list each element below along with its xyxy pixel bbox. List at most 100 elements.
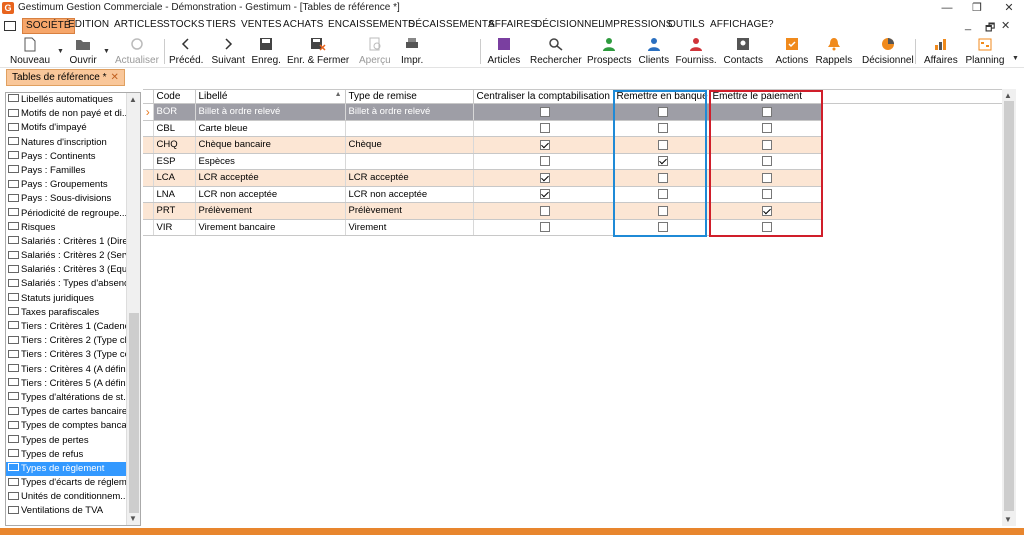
scroll-up-icon[interactable]: ▲	[1004, 91, 1012, 100]
cell-libelle[interactable]: Chèque bancaire	[194, 136, 346, 154]
scrollbar-thumb[interactable]	[1004, 101, 1014, 511]
toolbar-button-18[interactable]: Affaires	[924, 37, 958, 66]
list-item[interactable]: Salariés : Critères 2 (Servi...	[6, 249, 127, 263]
toolbar-button-12[interactable]: Clients	[639, 37, 669, 66]
checkbox-centraliser[interactable]	[539, 189, 550, 200]
cell-type-remise[interactable]	[344, 153, 474, 170]
list-item[interactable]: Salariés : Critères 3 (Equi...	[6, 263, 127, 277]
minimize-button[interactable]: —	[932, 0, 962, 17]
mdi-minimize-icon[interactable]: _	[965, 19, 971, 31]
list-item[interactable]: Pays : Sous-divisions	[6, 192, 127, 206]
row-indicator[interactable]	[143, 153, 154, 170]
toolbar-button-14[interactable]: Contacts	[724, 37, 763, 66]
list-item[interactable]: Motifs d'impayé	[6, 121, 127, 135]
list-item[interactable]: Types d'écarts de réglem...	[6, 476, 127, 490]
cell-libelle[interactable]: Espèces	[194, 153, 346, 170]
cell-type-remise[interactable]: Billet à ordre relevé	[344, 103, 474, 121]
menu-item-6[interactable]: ACHATS	[283, 19, 323, 30]
cell-libelle[interactable]: LCR non acceptée	[194, 186, 346, 203]
checkbox-centraliser[interactable]	[539, 139, 550, 150]
cell-code[interactable]: ESP	[152, 153, 196, 170]
close-window-button[interactable]: ✕	[994, 0, 1024, 17]
checkbox-centraliser[interactable]	[539, 172, 550, 183]
toolbar-button-3[interactable]: Précéd.	[169, 37, 203, 66]
list-item[interactable]: Ventilations de TVA	[6, 504, 127, 518]
cell-libelle[interactable]: LCR acceptée	[194, 169, 346, 187]
toolbar-button-1[interactable]: Ouvrir	[70, 37, 97, 66]
scroll-up-icon[interactable]: ▲	[129, 95, 137, 104]
left-list-scrollbar[interactable]: ▲ ▼	[126, 93, 140, 525]
cell-libelle[interactable]: Carte bleue	[194, 120, 346, 137]
menu-item-1[interactable]: EDITION	[68, 19, 109, 30]
tab-close-icon[interactable]: ✕	[111, 72, 119, 83]
menu-item-13[interactable]: AFFICHAGE	[710, 19, 768, 30]
toolbar-button-11[interactable]: Prospects	[587, 37, 631, 66]
list-item[interactable]: Unités de conditionnem...	[6, 490, 127, 504]
list-item[interactable]: Motifs de non payé et di...	[6, 107, 127, 121]
menu-item-12[interactable]: OUTILS	[668, 19, 705, 30]
cell-type-remise[interactable]	[344, 120, 474, 137]
row-indicator[interactable]: ›	[143, 103, 154, 121]
toolbar-button-8[interactable]: Impr.	[401, 37, 423, 66]
toolbar-button-19[interactable]: Planning	[966, 37, 1004, 66]
toolbar-overflow-icon[interactable]: ▼	[1012, 55, 1019, 62]
list-item[interactable]: Pays : Groupements	[6, 178, 127, 192]
menu-item-9[interactable]: AFFAIRES	[488, 19, 537, 30]
toolbar-button-5[interactable]: Enreg.	[252, 37, 281, 66]
checkbox-centraliser[interactable]	[539, 106, 550, 117]
list-item[interactable]: Pays : Familles	[6, 164, 127, 178]
cell-code[interactable]: BOR	[152, 103, 196, 121]
list-item[interactable]: Tiers : Critères 5 (A définir)	[6, 377, 127, 391]
toolbar-button-10[interactable]: Rechercher	[530, 37, 582, 66]
list-item[interactable]: Salariés : Types d'absence	[6, 277, 127, 291]
scroll-down-icon[interactable]: ▼	[1004, 515, 1012, 524]
list-item[interactable]: Périodicité de regroupe...	[6, 207, 127, 221]
table-row[interactable]: › BOR Billet à ordre relevé Billet à ordre …	[143, 103, 1002, 121]
cell-type-remise[interactable]: LCR acceptée	[344, 169, 474, 187]
cell-code[interactable]: LNA	[152, 186, 196, 203]
row-indicator[interactable]	[143, 202, 154, 220]
checkbox-centraliser[interactable]	[539, 156, 550, 167]
column-header-code[interactable]: Code	[152, 89, 196, 104]
toolbar-button-9[interactable]: Articles	[488, 37, 520, 66]
row-indicator[interactable]	[143, 136, 154, 154]
restore-button[interactable]: ❐	[962, 0, 992, 17]
list-item[interactable]: Types d'altérations de st...	[6, 391, 127, 405]
row-indicator[interactable]	[143, 186, 154, 203]
cell-type-remise[interactable]: Chèque	[344, 136, 474, 154]
toolbar-button-2[interactable]: Actualiser	[115, 37, 159, 66]
menu-item-2[interactable]: ARTICLES	[114, 19, 164, 30]
toolbar-button-0[interactable]: Nouveau	[10, 37, 50, 66]
column-header-type-remise[interactable]: Type de remise	[344, 89, 474, 104]
menu-item-3[interactable]: STOCKS	[163, 19, 205, 30]
list-item[interactable]: Natures d'inscription	[6, 136, 127, 150]
menu-item-11[interactable]: IMPRESSIONS	[602, 19, 673, 30]
cell-type-remise[interactable]: Virement	[344, 219, 474, 236]
window-menu-icon[interactable]	[4, 21, 16, 31]
table-row[interactable]: ESP Espèces	[143, 153, 1002, 170]
cell-libelle[interactable]: Virement bancaire	[194, 219, 346, 236]
list-item[interactable]: Types de règlement	[6, 461, 127, 477]
table-row[interactable]: PRT Prélèvement Prélèvement	[143, 202, 1002, 220]
toolbar-button-6[interactable]: Enr. & Fermer	[287, 37, 349, 66]
list-item[interactable]: Types de comptes banca...	[6, 419, 127, 433]
dropdown-arrow-icon[interactable]: ▼	[103, 48, 110, 55]
toolbar-button-13[interactable]: Fourniss.	[676, 37, 717, 66]
table-row[interactable]: CHQ Chèque bancaire Chèque	[143, 136, 1002, 154]
menu-item-0[interactable]: SOCIÉTÉ	[22, 18, 75, 34]
dropdown-arrow-icon[interactable]: ▼	[57, 48, 64, 55]
list-item[interactable]: Tiers : Critères 1 (Cadence)	[6, 320, 127, 334]
menu-item-8[interactable]: DÉCAISSEMENTS	[408, 19, 495, 30]
checkbox-centraliser[interactable]	[539, 222, 550, 233]
column-header-centraliser[interactable]: Centraliser la comptabilisation	[472, 89, 614, 104]
list-item[interactable]: Taxes parafiscales	[6, 306, 127, 320]
tab-tables-de-reference[interactable]: Tables de référence * ✕	[6, 69, 125, 86]
toolbar-button-17[interactable]: Décisionnel	[862, 37, 914, 66]
row-indicator[interactable]	[143, 120, 154, 137]
list-item[interactable]: Statuts juridiques	[6, 292, 127, 306]
checkbox-centraliser[interactable]	[539, 205, 550, 216]
cell-code[interactable]: PRT	[152, 202, 196, 220]
toolbar-button-16[interactable]: Rappels	[816, 37, 852, 66]
menu-item-7[interactable]: ENCAISSEMENTS	[328, 19, 415, 30]
list-item[interactable]: Salariés : Critères 1 (Direc...	[6, 235, 127, 249]
